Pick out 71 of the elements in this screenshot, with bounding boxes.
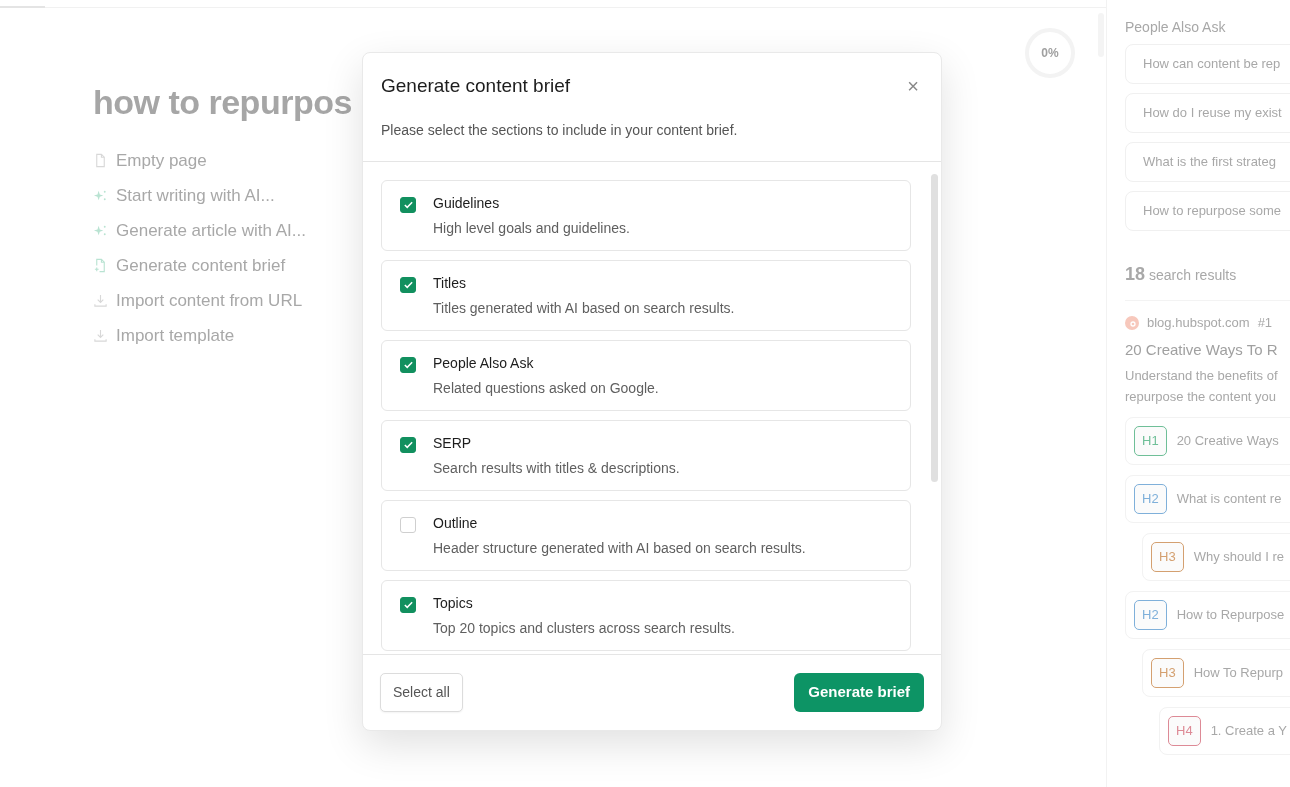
section-description: Top 20 topics and clusters across search results. xyxy=(433,618,735,638)
result-count: 18 xyxy=(1125,264,1146,284)
result-count-label: search results xyxy=(1149,267,1237,283)
section-label: Guidelines xyxy=(433,193,501,213)
action-link[interactable]: Generate article with AI... xyxy=(116,217,306,244)
section-description: Related questions asked on Google. xyxy=(433,378,659,398)
section-label: Outline xyxy=(433,513,479,533)
action-link[interactable]: Start writing with AI... xyxy=(116,182,275,209)
result-domain: blog.hubspot.com xyxy=(1147,314,1250,332)
result-snippet-line: Understand the benefits of xyxy=(1125,367,1279,385)
heading-level-tag: H3 xyxy=(1151,658,1184,688)
heading-text: 20 Creative Ways xyxy=(1176,432,1279,451)
section-option[interactable]: People Also Ask Related questions asked on Google. xyxy=(381,339,911,411)
question-item[interactable]: How can content be rep xyxy=(1125,44,1290,84)
download-icon xyxy=(93,292,108,308)
checkmark-icon xyxy=(402,439,414,451)
question-item[interactable]: How do I reuse my exist xyxy=(1125,93,1290,133)
section-description: Titles generated with AI based on search results. xyxy=(433,298,735,318)
checkbox[interactable] xyxy=(400,436,416,453)
heading-text: 1. Create a Y xyxy=(1210,722,1287,741)
heading-level-tag: H3 xyxy=(1151,542,1184,572)
section-description: Header structure generated with AI based on search results. xyxy=(433,538,806,558)
result-title[interactable]: 20 Creative Ways To R xyxy=(1125,338,1290,361)
result-snippet-line: repurpose the content you xyxy=(1125,388,1278,406)
heading-level-tag: H1 xyxy=(1134,426,1167,456)
heading-text: Why should I re xyxy=(1193,548,1284,567)
section-description: High level goals and guidelines. xyxy=(433,218,630,238)
checkmark-icon xyxy=(402,599,414,611)
action-link[interactable]: Import content from URL xyxy=(116,287,303,314)
heading-level-tag: H2 xyxy=(1134,484,1167,514)
section-label: SERP xyxy=(433,433,473,453)
section-option[interactable]: Guidelines High level goals and guidelines. xyxy=(381,179,911,251)
heading-text: How To Repurp xyxy=(1193,664,1283,683)
close-button[interactable]: × xyxy=(903,76,923,97)
progress-ring: 0% xyxy=(1025,28,1075,78)
select-all-button[interactable]: Select all xyxy=(380,673,463,712)
site-icon xyxy=(1125,315,1139,330)
heading-level-tag: H4 xyxy=(1168,716,1201,746)
section-description: Search results with titles & descriptions. xyxy=(433,458,680,478)
section-label: People Also Ask xyxy=(433,353,535,373)
heading-text: What is content re xyxy=(1176,490,1282,509)
section-option[interactable]: Outline Header structure generated with AI based on search results. xyxy=(381,499,911,571)
section-label: Titles xyxy=(433,273,467,293)
section-option[interactable]: Titles Titles generated with AI based on search results. xyxy=(381,259,911,331)
section-label: Topics xyxy=(433,593,474,613)
modal-title: Generate content brief xyxy=(381,75,571,98)
action-link[interactable]: Empty page xyxy=(116,147,207,174)
document-plus-icon xyxy=(93,257,108,273)
page-title: how to repurpos xyxy=(93,82,352,123)
section-option[interactable]: Topics Top 20 topics and clusters across search results. xyxy=(381,579,911,651)
scrollbar-thumb[interactable] xyxy=(931,173,938,482)
checkmark-icon xyxy=(402,199,414,211)
checkbox[interactable] xyxy=(400,276,416,293)
checkbox[interactable] xyxy=(400,196,416,213)
modal-subtitle: Please select the sections to include in your content brief. xyxy=(381,120,739,140)
document-icon xyxy=(93,152,108,168)
heading-level-tag: H2 xyxy=(1134,600,1167,630)
action-link[interactable]: Import template xyxy=(116,322,235,349)
action-link[interactable]: Generate content brief xyxy=(116,252,286,279)
checkmark-icon xyxy=(402,359,414,371)
question-item[interactable]: How to repurpose some xyxy=(1125,191,1290,231)
checkbox[interactable] xyxy=(400,596,416,613)
checkmark-icon xyxy=(402,279,414,291)
section-heading: People Also Ask xyxy=(1125,18,1227,36)
heading-text: How to Repurpose xyxy=(1176,606,1285,625)
generate-brief-button[interactable]: Generate brief xyxy=(794,673,924,712)
result-rank: #1 xyxy=(1257,314,1273,332)
download-icon xyxy=(93,327,108,343)
question-item[interactable]: What is the first strateg xyxy=(1125,142,1290,182)
section-option[interactable]: SERP Search results with titles & descriptions. xyxy=(381,419,911,491)
checkbox[interactable] xyxy=(400,356,416,373)
